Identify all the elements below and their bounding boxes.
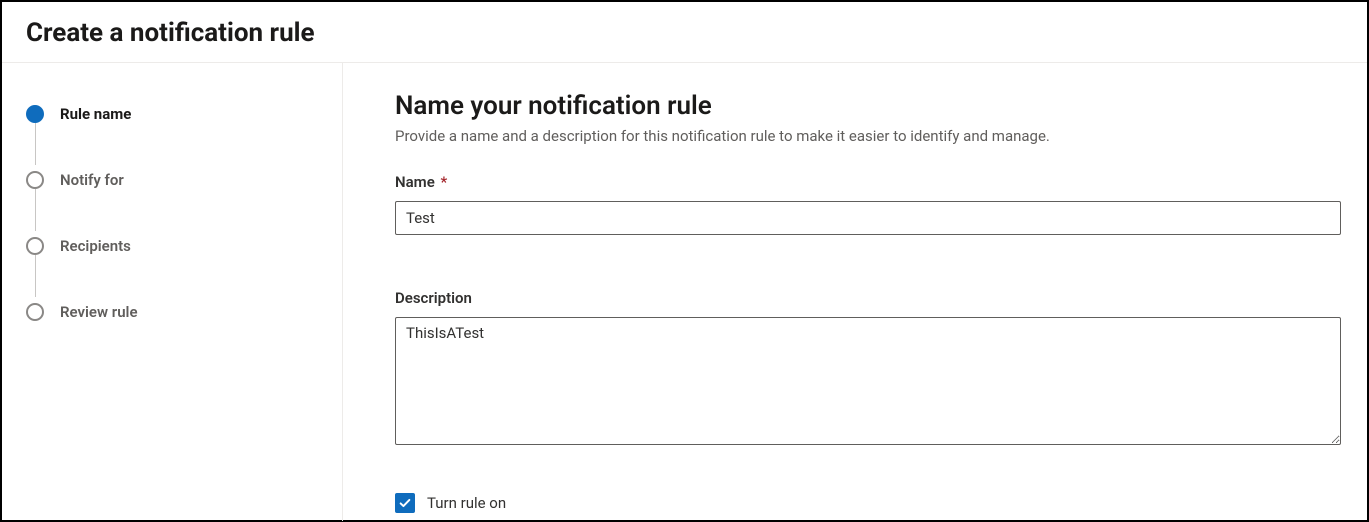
step-marker-icon: [26, 105, 44, 123]
main-panel: Name your notification rule Provide a na…: [343, 63, 1367, 521]
step-connector: [35, 123, 36, 165]
step-recipients[interactable]: Recipients: [26, 235, 318, 257]
layout: Rule name Notify for Recipients Review r…: [2, 63, 1367, 521]
turn-rule-on-checkbox[interactable]: [395, 493, 415, 513]
step-label: Rule name: [60, 105, 131, 123]
wizard-sidebar: Rule name Notify for Recipients Review r…: [2, 63, 343, 521]
name-label-text: Name: [395, 173, 435, 191]
field-name: Name *: [395, 173, 1341, 235]
step-label: Notify for: [60, 171, 124, 189]
step-label: Review rule: [60, 303, 138, 321]
name-label: Name *: [395, 173, 1341, 191]
step-review-rule[interactable]: Review rule: [26, 301, 318, 323]
page-header: Create a notification rule: [2, 2, 1367, 63]
panel-title: Name your notification rule: [395, 91, 1341, 121]
step-connector: [35, 255, 36, 297]
panel-subtitle: Provide a name and a description for thi…: [395, 127, 1341, 145]
turn-rule-on-row: Turn rule on: [395, 493, 1341, 513]
name-input[interactable]: [395, 201, 1341, 235]
description-input[interactable]: <span></span>: [395, 317, 1341, 445]
wizard-steps: Rule name Notify for Recipients Review r…: [26, 103, 318, 323]
step-label: Recipients: [60, 237, 131, 255]
step-rule-name[interactable]: Rule name: [26, 103, 318, 125]
step-marker-icon: [26, 171, 44, 189]
step-marker-icon: [26, 303, 44, 321]
checkmark-icon: [398, 496, 412, 510]
page-title: Create a notification rule: [26, 18, 1343, 48]
step-connector: [35, 189, 36, 231]
field-description: Description <span></span>: [395, 289, 1341, 449]
step-notify-for[interactable]: Notify for: [26, 169, 318, 191]
step-marker-icon: [26, 237, 44, 255]
description-label: Description: [395, 289, 1341, 307]
turn-rule-on-label: Turn rule on: [427, 494, 506, 512]
required-mark: *: [441, 173, 448, 191]
